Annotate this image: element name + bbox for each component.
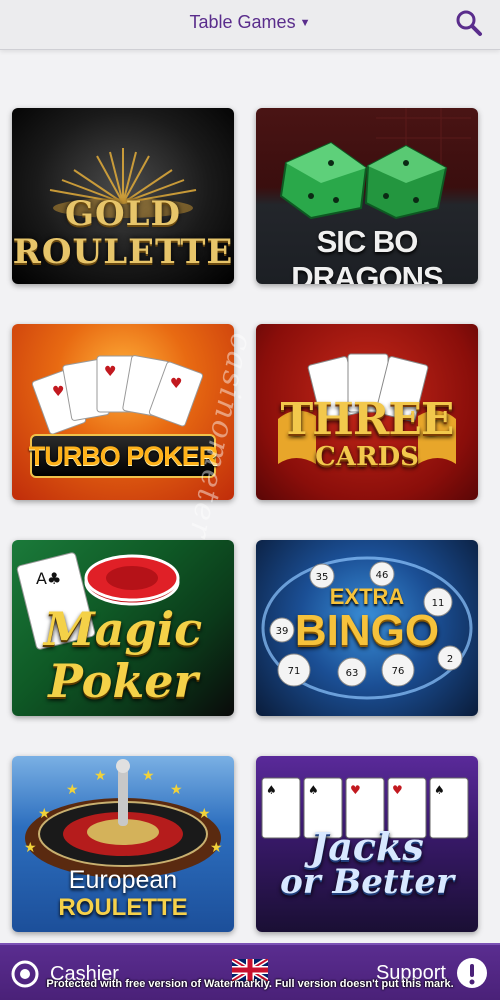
bottom-bar: Cashier Support Protected with free vers… [0,943,500,1000]
svg-text:♠: ♠ [266,783,277,797]
svg-text:♥: ♥ [52,384,65,400]
svg-text:★: ★ [198,806,211,822]
svg-text:71: 71 [288,666,301,677]
game-tile-turbo-poker[interactable]: ♥ ♥ ♥ TURBO POKER [12,324,234,500]
svg-text:♠: ♠ [434,783,445,797]
game-title-line2: or Better [280,862,454,902]
svg-text:★: ★ [66,782,79,798]
svg-text:A♣: A♣ [36,569,61,588]
game-tile-jacks-or-better[interactable]: ♠ ♠ ♥ ♥ ♠ Jacks or Better [256,756,478,932]
svg-text:♥: ♥ [350,783,361,797]
game-title-line1: Magic [43,602,203,656]
svg-text:★: ★ [24,840,37,856]
svg-text:46: 46 [376,570,389,581]
game-tile-magic-poker[interactable]: A♣ Magic Poker [12,540,234,716]
svg-text:♥: ♥ [104,364,117,380]
game-title-line1: THREE [280,394,455,445]
game-tile-three-cards[interactable]: THREE CARDS [256,324,478,500]
game-tile-extra-bingo[interactable]: 35 46 11 39 71 63 76 2 EXTRA BINGO [256,540,478,716]
search-icon [456,10,482,36]
category-dropdown[interactable]: Table Games ▼ [0,12,500,33]
game-tile-gold-roulette[interactable]: GOLD ROULETTE [12,108,234,284]
caret-down-icon: ▼ [299,17,311,29]
game-title-line2: ROULETTE [12,232,234,272]
game-tile-sic-bo-dragons[interactable]: SIC BO DRAGONS [256,108,478,284]
svg-text:♠: ♠ [308,783,319,797]
svg-text:♥: ♥ [392,783,403,797]
watermark-notice: Protected with free version of Watermark… [46,978,454,990]
game-title-line2: Poker [48,654,198,708]
svg-text:76: 76 [392,666,405,677]
category-title: Table Games [189,12,296,32]
game-title-line1: European [68,866,178,894]
svg-text:★: ★ [170,782,183,798]
game-title: TURBO POKER [28,441,219,471]
svg-text:★: ★ [38,806,51,822]
game-tile-european-roulette[interactable]: ★ ★ ★ ★ ★ ★ ★ ★ European ROULETTE [12,756,234,932]
svg-text:♥: ♥ [170,376,183,392]
svg-text:35: 35 [316,572,329,583]
game-title-line2: CARDS [315,442,419,472]
svg-text:★: ★ [142,768,155,784]
game-title-line1: GOLD [64,194,182,234]
svg-text:★: ★ [94,768,107,784]
svg-text:63: 63 [346,668,359,679]
svg-text:★: ★ [210,840,223,856]
search-button[interactable] [454,8,484,38]
game-title: SIC BO DRAGONS [291,224,443,284]
game-title-line2: ROULETTE [58,894,188,921]
top-bar: Table Games ▼ [0,0,500,50]
game-title-line2: BINGO [294,606,440,655]
